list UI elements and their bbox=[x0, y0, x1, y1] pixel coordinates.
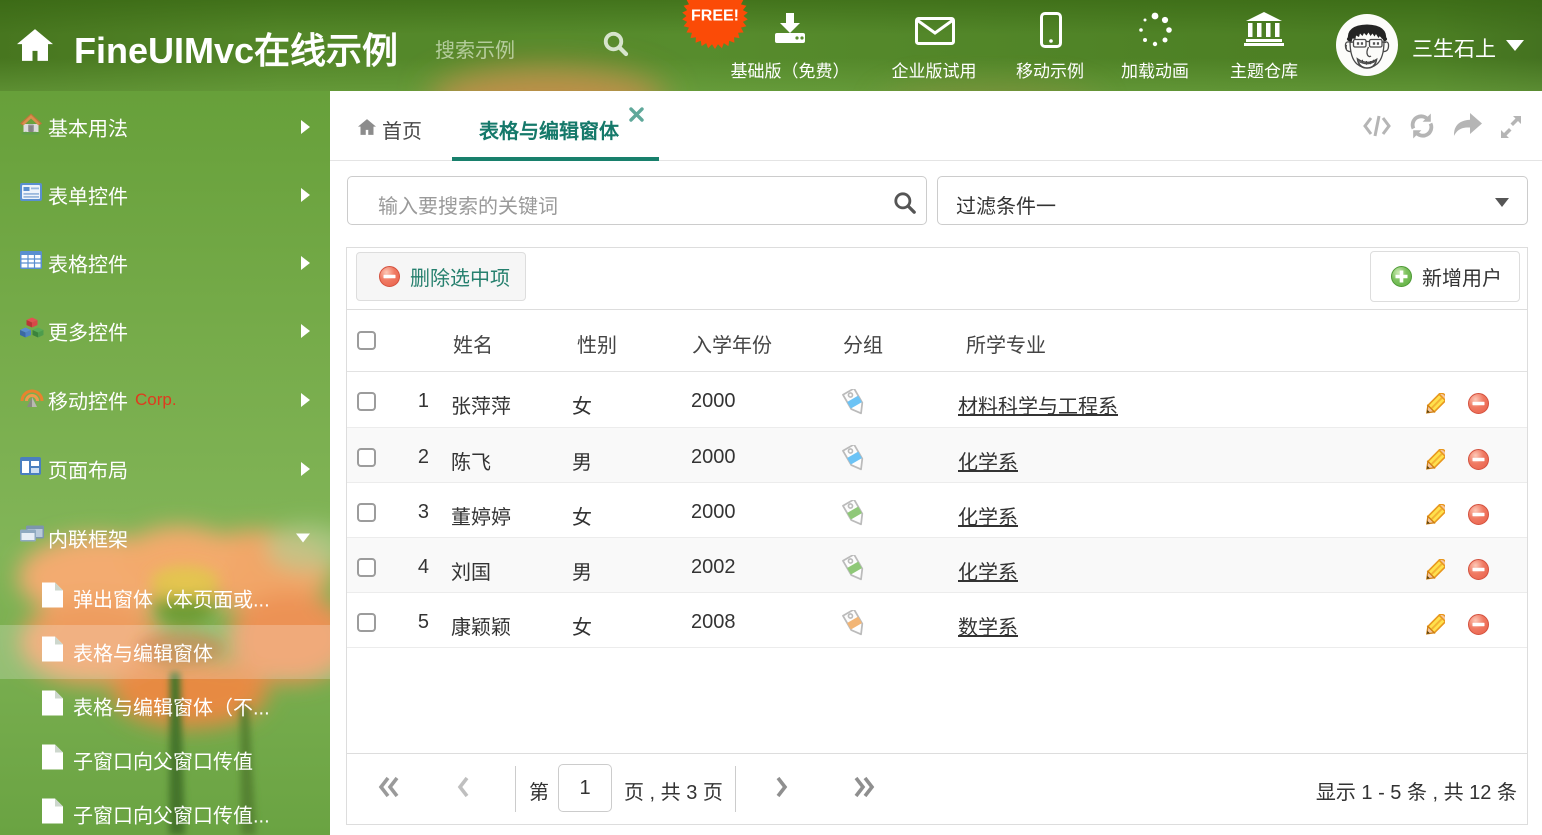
svg-text:FREE!: FREE! bbox=[691, 8, 739, 25]
